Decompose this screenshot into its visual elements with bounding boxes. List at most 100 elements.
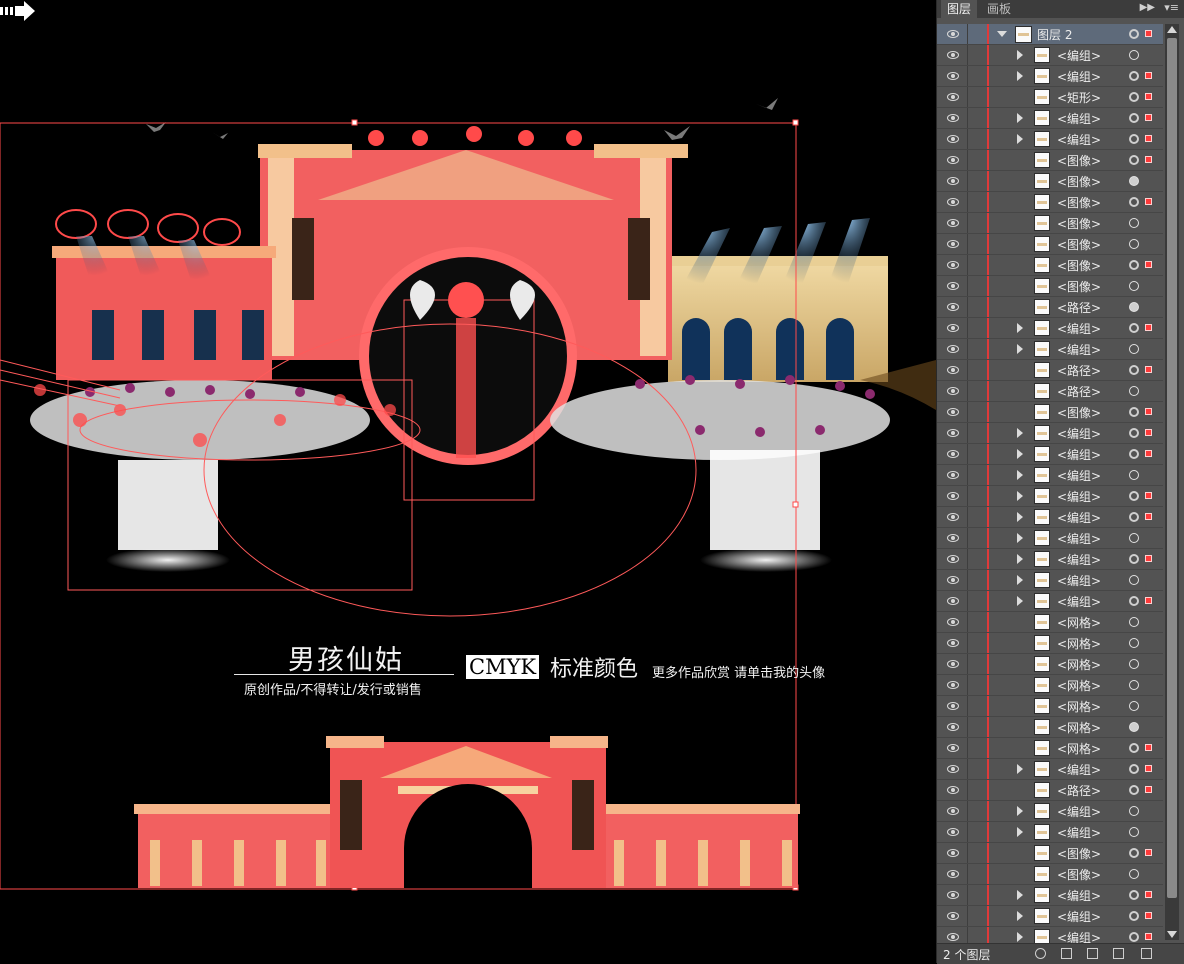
item-name[interactable]: <编组>: [1057, 887, 1101, 904]
eye-icon[interactable]: [947, 429, 959, 437]
target-icon[interactable]: [1129, 701, 1139, 711]
item-name[interactable]: <编组>: [1057, 467, 1101, 484]
item-name[interactable]: <网格>: [1057, 635, 1101, 652]
layer-row[interactable]: <编组>: [937, 906, 1163, 927]
expand-arrow-icon[interactable]: [1017, 764, 1023, 774]
collapse-arrow-icon[interactable]: [997, 31, 1007, 37]
eye-icon[interactable]: [947, 870, 959, 878]
lock-column[interactable]: [967, 654, 968, 674]
eye-icon[interactable]: [947, 93, 959, 101]
item-name[interactable]: <网格>: [1057, 656, 1101, 673]
lock-column[interactable]: [967, 360, 968, 380]
lock-column[interactable]: [967, 24, 968, 44]
item-name[interactable]: <图像>: [1057, 845, 1101, 862]
selection-indicator-icon[interactable]: [1145, 933, 1152, 940]
eye-icon[interactable]: [947, 786, 959, 794]
eye-icon[interactable]: [947, 681, 959, 689]
item-name[interactable]: <图像>: [1057, 866, 1101, 883]
target-icon[interactable]: [1129, 344, 1139, 354]
expand-arrow-icon[interactable]: [1017, 491, 1023, 501]
eye-icon[interactable]: [947, 555, 959, 563]
lock-column[interactable]: [967, 780, 968, 800]
expand-arrow-icon[interactable]: [1017, 113, 1023, 123]
item-name[interactable]: <编组>: [1057, 488, 1101, 505]
layer-row[interactable]: <编组>: [937, 423, 1163, 444]
eye-icon[interactable]: [947, 513, 959, 521]
eye-icon[interactable]: [947, 240, 959, 248]
item-name[interactable]: <图像>: [1057, 194, 1101, 211]
target-icon[interactable]: [1129, 386, 1139, 396]
layer-row[interactable]: <编组>: [937, 108, 1163, 129]
lock-column[interactable]: [967, 738, 968, 758]
clipping-mask-icon[interactable]: [1061, 948, 1072, 959]
selection-indicator-icon[interactable]: [1145, 912, 1152, 919]
target-icon[interactable]: [1129, 575, 1139, 585]
lock-column[interactable]: [967, 801, 968, 821]
item-name[interactable]: <编组>: [1057, 110, 1101, 127]
item-name[interactable]: <矩形>: [1057, 89, 1101, 106]
layer-row[interactable]: <路径>: [937, 780, 1163, 801]
item-name[interactable]: <网格>: [1057, 677, 1101, 694]
layer-row[interactable]: <编组>: [937, 339, 1163, 360]
eye-icon[interactable]: [947, 72, 959, 80]
eye-icon[interactable]: [947, 639, 959, 647]
target-icon[interactable]: [1129, 260, 1139, 270]
expand-arrow-icon[interactable]: [1017, 596, 1023, 606]
eye-icon[interactable]: [947, 135, 959, 143]
eye-icon[interactable]: [947, 366, 959, 374]
eye-icon[interactable]: [947, 597, 959, 605]
item-name[interactable]: <编组>: [1057, 593, 1101, 610]
target-icon[interactable]: [1129, 848, 1139, 858]
eye-icon[interactable]: [947, 807, 959, 815]
eye-icon[interactable]: [947, 828, 959, 836]
layer-row[interactable]: <图像>: [937, 234, 1163, 255]
layer-row[interactable]: <编组>: [937, 591, 1163, 612]
lock-column[interactable]: [967, 213, 968, 233]
lock-column[interactable]: [967, 570, 968, 590]
expand-arrow-icon[interactable]: [1017, 890, 1023, 900]
expand-arrow-icon[interactable]: [1017, 827, 1023, 837]
eye-icon[interactable]: [947, 114, 959, 122]
eye-icon[interactable]: [947, 30, 959, 38]
target-icon[interactable]: [1129, 764, 1139, 774]
item-name[interactable]: <编组>: [1057, 803, 1101, 820]
lock-column[interactable]: [967, 465, 968, 485]
target-icon[interactable]: [1129, 281, 1139, 291]
tab-layers[interactable]: 图层: [941, 0, 978, 18]
item-name[interactable]: <编组>: [1057, 908, 1101, 925]
selection-indicator-icon[interactable]: [1145, 450, 1152, 457]
eye-icon[interactable]: [947, 849, 959, 857]
target-icon[interactable]: [1129, 617, 1139, 627]
layer-row[interactable]: <编组>: [937, 801, 1163, 822]
layer-row[interactable]: <图像>: [937, 150, 1163, 171]
target-icon[interactable]: [1129, 596, 1139, 606]
target-icon[interactable]: [1129, 680, 1139, 690]
eye-icon[interactable]: [947, 156, 959, 164]
layer-row[interactable]: <编组>: [937, 528, 1163, 549]
item-name[interactable]: <图像>: [1057, 215, 1101, 232]
lock-column[interactable]: [967, 171, 968, 191]
lock-column[interactable]: [967, 843, 968, 863]
expand-arrow-icon[interactable]: [1017, 428, 1023, 438]
target-icon[interactable]: [1129, 407, 1139, 417]
item-name[interactable]: <编组>: [1057, 446, 1101, 463]
lock-column[interactable]: [967, 276, 968, 296]
layer-row[interactable]: <编组>: [937, 45, 1163, 66]
item-name[interactable]: <图像>: [1057, 257, 1101, 274]
lock-column[interactable]: [967, 486, 968, 506]
layer-row[interactable]: <图像>: [937, 402, 1163, 423]
layer-row[interactable]: <编组>: [937, 822, 1163, 843]
eye-icon[interactable]: [947, 324, 959, 332]
target-icon[interactable]: [1129, 218, 1139, 228]
item-name[interactable]: <路径>: [1057, 782, 1101, 799]
item-name[interactable]: <编组>: [1057, 320, 1101, 337]
eye-icon[interactable]: [947, 618, 959, 626]
item-name[interactable]: <编组>: [1057, 509, 1101, 526]
selection-indicator-icon[interactable]: [1145, 408, 1152, 415]
expand-arrow-icon[interactable]: [1017, 911, 1023, 921]
lock-column[interactable]: [967, 192, 968, 212]
target-icon[interactable]: [1129, 827, 1139, 837]
selection-indicator-icon[interactable]: [1145, 891, 1152, 898]
eye-icon[interactable]: [947, 345, 959, 353]
layer-name[interactable]: 图层 2: [1037, 26, 1072, 43]
